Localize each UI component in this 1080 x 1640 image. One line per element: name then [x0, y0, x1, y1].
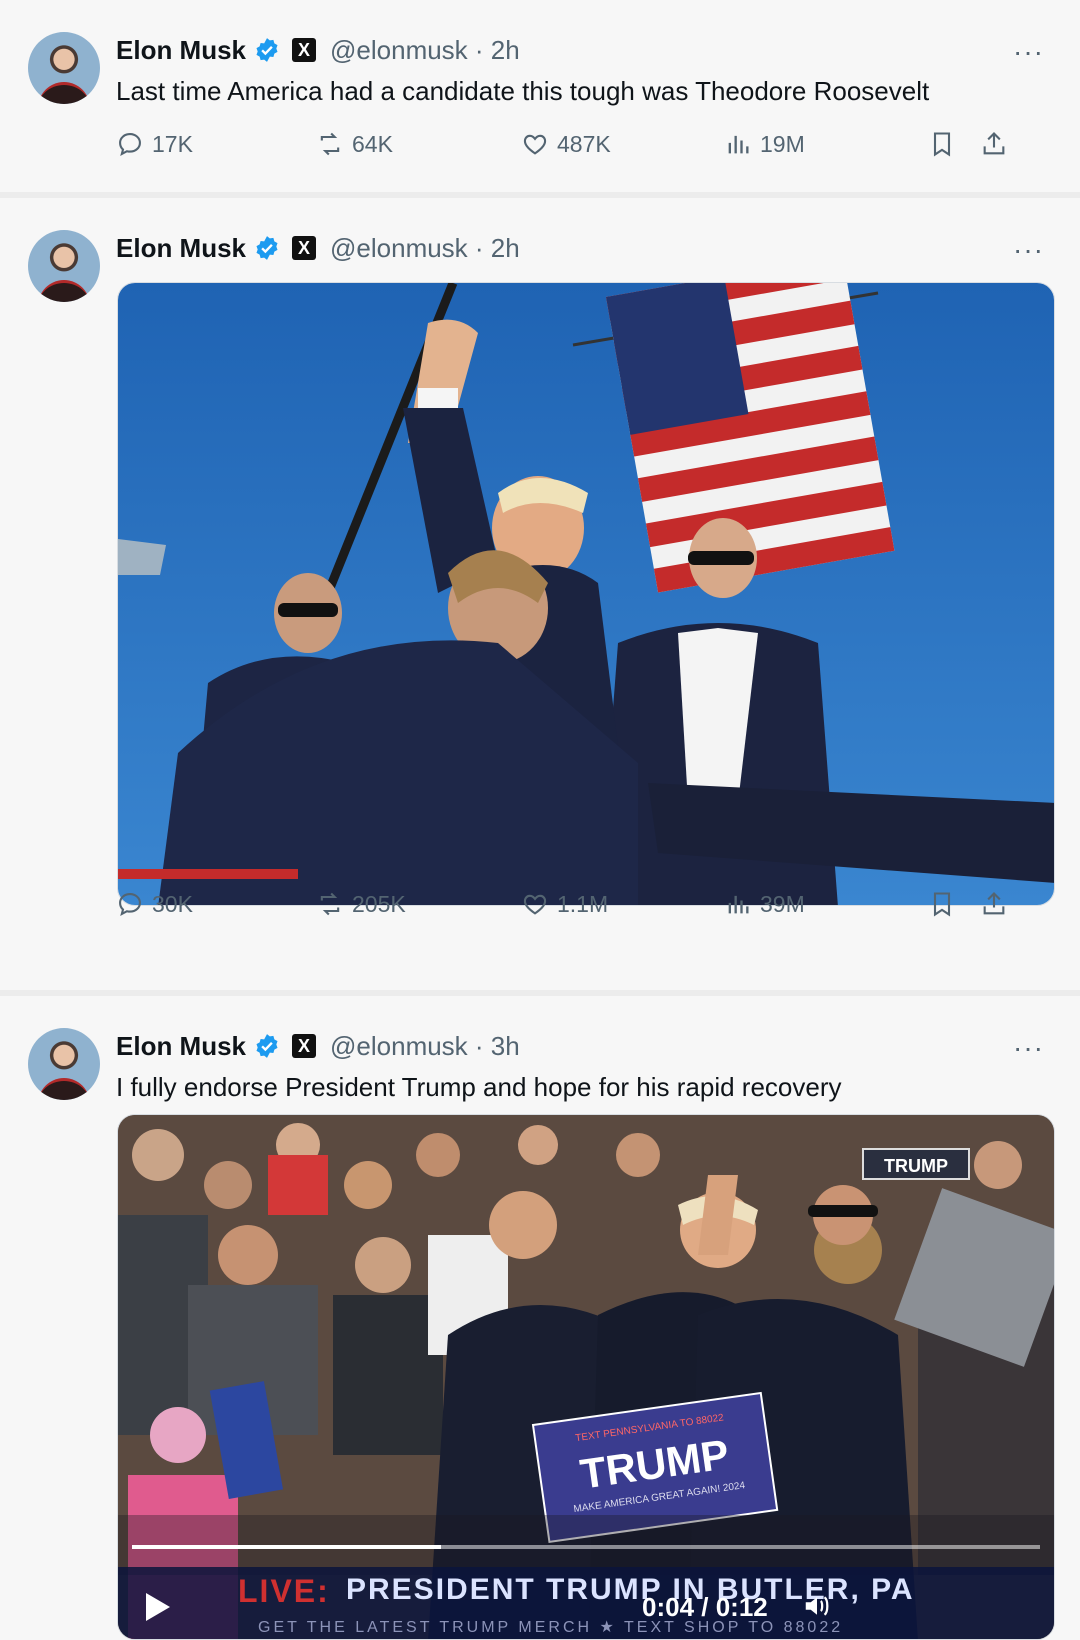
author-handle[interactable]: @elonmusk · 2h	[330, 233, 520, 264]
repost-count: 64K	[352, 130, 393, 157]
reply-icon	[119, 893, 141, 916]
x-affiliation-icon: X	[292, 236, 317, 260]
repost-button[interactable]: 205K	[316, 890, 406, 918]
video-progress-fill	[132, 1545, 441, 1549]
views-button[interactable]: 19M	[724, 130, 805, 158]
like-button[interactable]: 487K	[521, 130, 611, 158]
bookmark-button[interactable]	[928, 890, 956, 918]
tweet-text: I fully endorse President Trump and hope…	[116, 1072, 842, 1102]
reply-icon	[119, 133, 141, 156]
live-label: LIVE:	[238, 1573, 330, 1609]
tweet-header: Elon Musk X @elonmusk · 2h	[116, 34, 520, 66]
reply-button[interactable]: 17K	[116, 130, 193, 158]
video-lower-third: LIVE: PRESIDENT TRUMP IN BUTLER, PA GET …	[118, 1567, 1054, 1639]
bookmark-icon	[933, 132, 951, 157]
tweet-header: Elon Musk X @elonmusk · 3h	[116, 1030, 520, 1062]
more-options-button[interactable]: ···	[1013, 234, 1044, 266]
verified-icon	[256, 1034, 278, 1058]
like-button[interactable]: 1.1M	[521, 890, 608, 918]
avatar[interactable]	[28, 1028, 100, 1100]
rally-video-frame: TRUMP TEXT PENNSYLVANIA TO 88022 TRUMP M…	[118, 1115, 1054, 1639]
video-time: 0:04 / 0:12	[642, 1592, 768, 1622]
views-icon	[728, 895, 749, 914]
share-button[interactable]	[980, 130, 1008, 158]
share-icon	[983, 132, 1005, 155]
share-button[interactable]	[980, 890, 1008, 918]
video-progress-bar[interactable]	[132, 1545, 1040, 1549]
like-count: 487K	[557, 130, 611, 157]
tweet-header: Elon Musk X @elonmusk · 2h	[116, 232, 520, 264]
share-icon	[983, 892, 1005, 915]
bookmark-button[interactable]	[928, 130, 956, 158]
tweet-3[interactable]: Elon Musk X @elonmusk · 3h ··· I fully e…	[0, 996, 1080, 1640]
reply-count: 30K	[152, 890, 193, 917]
tweet-text: Last time America had a candidate this t…	[116, 76, 930, 106]
views-button[interactable]: 39M	[724, 890, 805, 918]
verified-icon	[256, 236, 278, 260]
verified-icon	[256, 38, 278, 62]
rally-photo	[118, 283, 1054, 905]
repost-count: 205K	[352, 890, 406, 917]
tweet-2[interactable]: Elon Musk X @elonmusk · 2h ··· 30K 205K …	[0, 198, 1080, 990]
views-icon	[728, 135, 749, 154]
like-icon	[523, 134, 547, 155]
author-name[interactable]: Elon Musk	[116, 233, 246, 264]
reply-button[interactable]: 30K	[116, 890, 193, 918]
views-count: 39M	[760, 890, 805, 917]
bookmark-icon	[933, 892, 951, 917]
avatar[interactable]	[28, 32, 100, 104]
author-handle[interactable]: @elonmusk · 3h	[330, 1031, 520, 1062]
tweet-1[interactable]: Elon Musk X @elonmusk · 2h ··· Last time…	[0, 0, 1080, 192]
x-affiliation-icon: X	[292, 38, 317, 62]
tweet-photo[interactable]	[117, 282, 1055, 906]
more-options-button[interactable]: ···	[1013, 36, 1044, 68]
views-count: 19M	[760, 130, 805, 157]
repost-button[interactable]: 64K	[316, 130, 393, 158]
avatar[interactable]	[28, 230, 100, 302]
more-options-button[interactable]: ···	[1013, 1032, 1044, 1064]
corner-sign-text: TRUMP	[884, 1156, 948, 1176]
x-affiliation-icon: X	[292, 1034, 317, 1058]
volume-icon[interactable]	[800, 1591, 834, 1621]
tweet-video[interactable]: TRUMP TEXT PENNSYLVANIA TO 88022 TRUMP M…	[117, 1114, 1055, 1640]
repost-icon	[320, 892, 340, 916]
like-icon	[523, 894, 547, 915]
author-name[interactable]: Elon Musk	[116, 35, 246, 66]
reply-count: 17K	[152, 130, 193, 157]
like-count: 1.1M	[557, 890, 609, 917]
author-handle[interactable]: @elonmusk · 2h	[330, 35, 520, 66]
repost-icon	[320, 132, 340, 156]
author-name[interactable]: Elon Musk	[116, 1031, 246, 1062]
action-bar: 30K 205K 1.1M 39M	[116, 890, 1050, 924]
action-bar: 17K 64K 487K 19M	[116, 130, 1050, 164]
play-icon[interactable]	[146, 1593, 170, 1621]
